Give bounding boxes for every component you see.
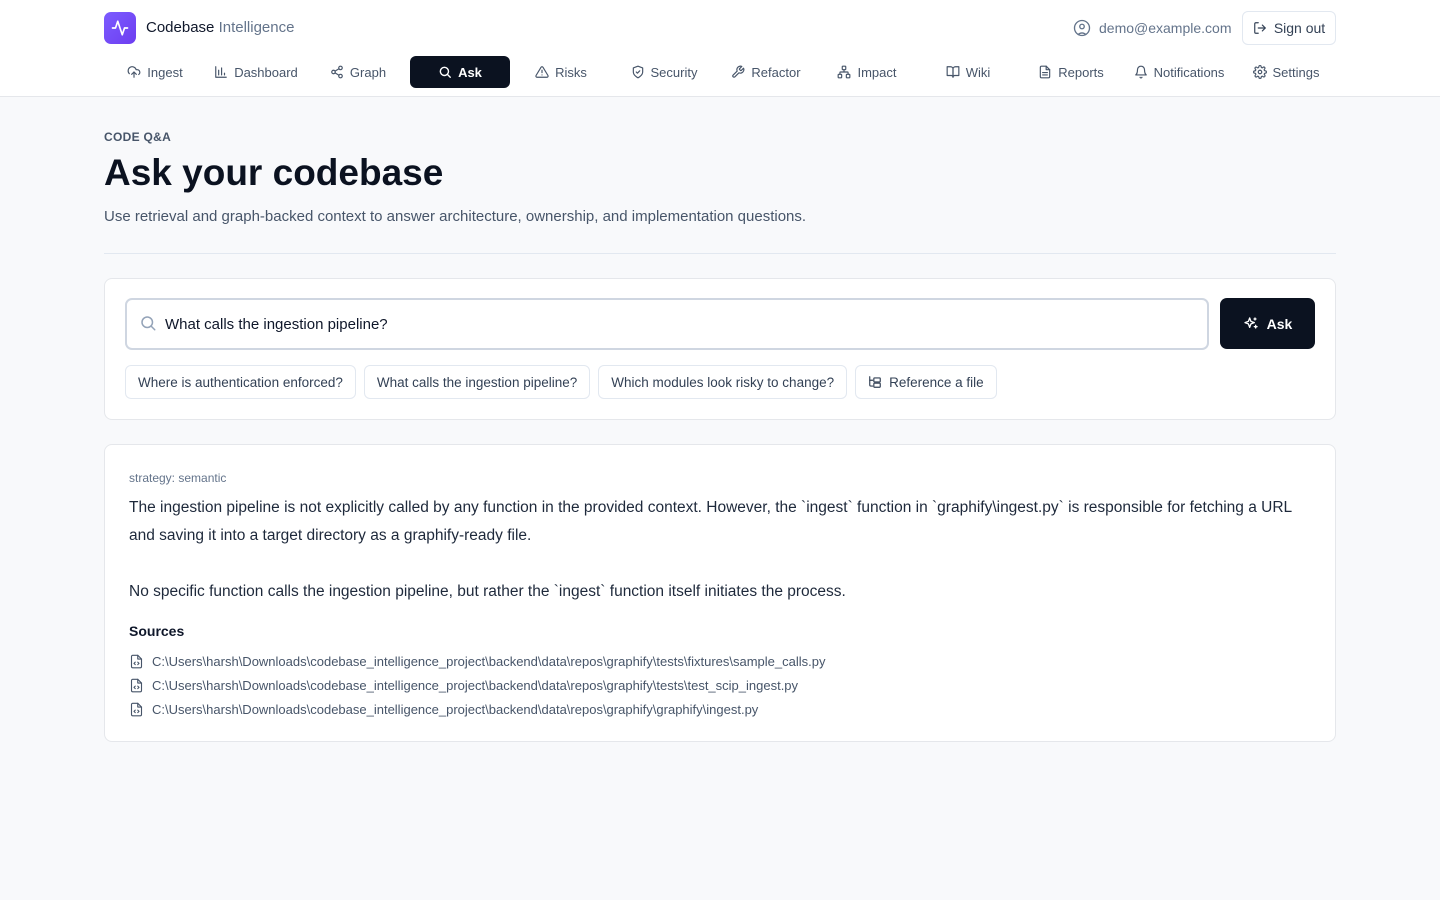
nav-ingest[interactable]: Ingest [118,56,192,88]
network-icon [838,65,851,79]
share-icon [331,65,343,79]
reference-file-button[interactable]: Reference a file [855,365,997,399]
ask-button[interactable]: Ask [1220,298,1315,349]
search-icon [439,66,452,78]
sign-out-label: Sign out [1273,20,1326,36]
nav-ask[interactable]: Ask [410,56,510,88]
question-input[interactable] [165,312,1195,336]
nav-notifications[interactable]: Notifications [1124,56,1234,88]
strategy-label: strategy: semantic [129,471,227,485]
nav-security[interactable]: Security [621,56,707,88]
nav-label-wiki: Wiki [965,64,991,80]
nav-label-graph: Graph [349,64,387,80]
cloud-upload-icon [127,66,141,78]
sources-list: C:\Users\harsh\Downloads\codebase_intell… [129,649,825,721]
ask-card: Ask Where is authentication enforced? Wh… [104,278,1336,420]
nav-label-ask: Ask [458,64,482,80]
shield-icon [632,65,643,79]
source-item[interactable]: C:\Users\harsh\Downloads\codebase_intell… [129,673,825,697]
source-path: C:\Users\harsh\Downloads\codebase_intell… [152,653,826,669]
nav-refactor[interactable]: Refactor [722,56,810,88]
gear-icon [1252,65,1267,79]
ask-button-label: Ask [1266,315,1293,332]
nav-wiki[interactable]: Wiki [936,56,1000,88]
suggestion-chip[interactable]: What calls the ingestion pipeline? [363,365,591,399]
brand-suffix: Intelligence [218,19,295,36]
app-logo-icon[interactable] [104,12,136,44]
nav-dashboard[interactable]: Dashboard [206,56,306,88]
folder-tree-icon [869,376,881,388]
nav-graph[interactable]: Graph [322,56,394,88]
brand-title: Codebase [146,19,215,36]
answer-paragraph: The ingestion pipeline is not explicitly… [129,499,1292,544]
nav-label-refactor: Refactor [751,64,801,80]
warning-icon [535,66,549,78]
nav-risks[interactable]: Risks [528,56,594,88]
nav-label-impact: Impact [857,64,897,80]
nav-label-dashboard: Dashboard [234,64,298,80]
sparkles-icon [1243,316,1258,329]
nav-label-risks: Risks [555,64,587,80]
reference-file-label: Reference a file [889,374,984,390]
user-info: demo@example.com [1073,18,1232,38]
nav-settings[interactable]: Settings [1244,56,1328,88]
suggestion-chip[interactable]: Where is authentication enforced? [125,365,356,399]
bell-icon [1134,65,1147,79]
bar-chart-icon [215,66,228,78]
file-code-icon [130,702,143,716]
sign-out-button[interactable]: Sign out [1242,11,1336,45]
user-email: demo@example.com [1099,20,1232,36]
nav-impact[interactable]: Impact [828,56,906,88]
nav-label-reports: Reports [1058,64,1104,80]
wrench-icon [732,65,745,78]
sources-heading: Sources [129,623,185,639]
file-code-icon [130,654,143,668]
page-subtitle: Use retrieval and graph-backed context t… [104,208,807,225]
nav-label-ingest: Ingest [147,64,183,80]
source-item[interactable]: C:\Users\harsh\Downloads\codebase_intell… [129,649,825,673]
user-circle-icon [1073,19,1091,37]
question-input-wrapper [125,298,1209,350]
header-divider [104,253,1336,254]
brand-name[interactable]: Codebase Intelligence [146,19,294,36]
nav-reports[interactable]: Reports [1030,56,1112,88]
suggestion-chips: Where is authentication enforced? What c… [125,365,997,399]
page-title: Ask your codebase [104,152,444,193]
answer-paragraph: No specific function calls the ingestion… [129,583,846,600]
logout-icon [1253,22,1266,34]
suggestion-chip[interactable]: Which modules look risky to change? [598,365,848,399]
document-icon [1039,65,1051,79]
nav-label-notifications: Notifications [1153,64,1225,80]
search-icon [141,316,156,331]
answer-text: The ingestion pipeline is not explicitly… [129,494,1313,606]
page-eyebrow: CODE Q&A [104,130,172,144]
nav-label-settings: Settings [1272,64,1320,80]
top-bar: Codebase Intelligence demo@example.com S… [0,0,1440,97]
source-path: C:\Users\harsh\Downloads\codebase_intell… [152,677,799,693]
source-item[interactable]: C:\Users\harsh\Downloads\codebase_intell… [129,697,825,721]
book-icon [946,66,960,78]
nav-label-security: Security [650,64,698,80]
source-path: C:\Users\harsh\Downloads\codebase_intell… [152,701,759,717]
file-code-icon [130,678,143,692]
answer-card: strategy: semantic The ingestion pipelin… [104,444,1336,742]
